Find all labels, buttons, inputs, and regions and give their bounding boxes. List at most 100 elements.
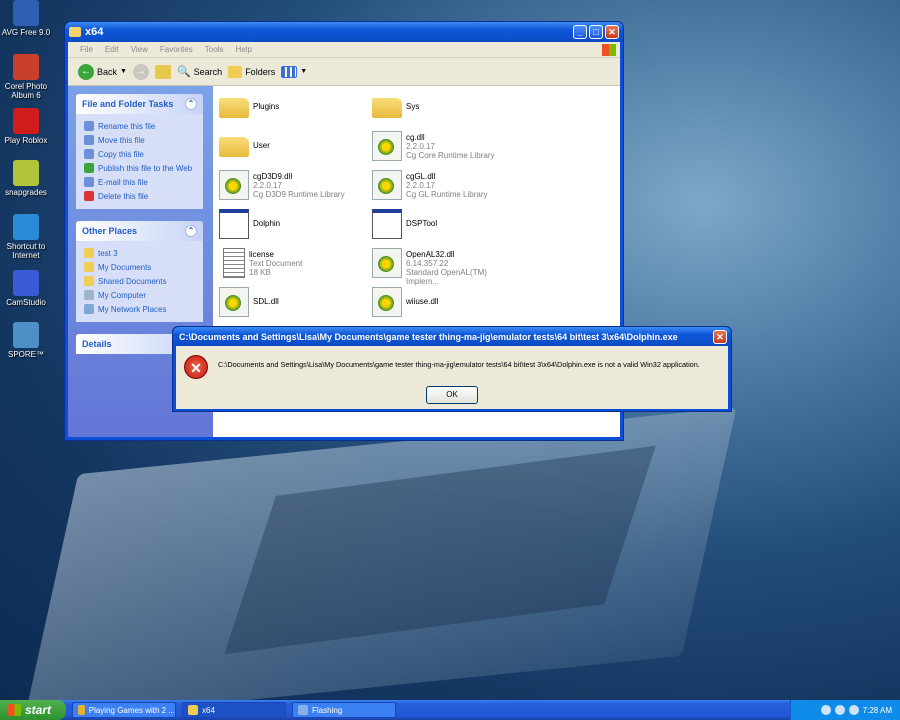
- desktop-icon[interactable]: Corel Photo Album 6: [0, 54, 52, 100]
- ok-button[interactable]: OK: [426, 386, 478, 404]
- taskbar-button-label: Playing Games with 2 ...: [88, 705, 175, 715]
- task-link[interactable]: Move this file: [84, 133, 197, 147]
- desktop-icon[interactable]: CamStudio: [0, 270, 52, 307]
- email-icon: [84, 177, 94, 187]
- file-item[interactable]: cg.dll 2.2.0.17 Cg Core Runtime Library: [372, 131, 522, 167]
- task-link[interactable]: Rename this file: [84, 119, 197, 133]
- window-title: x64: [85, 26, 104, 38]
- close-button[interactable]: ✕: [605, 25, 619, 39]
- network-places-icon: [84, 304, 94, 314]
- place-link[interactable]: My Network Places: [84, 302, 197, 316]
- taskbar-button-label: x64: [202, 705, 215, 715]
- dialog-close-button[interactable]: ✕: [713, 329, 727, 344]
- file-item[interactable]: Plugins: [219, 92, 369, 128]
- tray-icon[interactable]: [820, 705, 831, 715]
- my-documents-icon: [84, 262, 94, 272]
- avg-icon: [13, 0, 39, 26]
- explorer-titlebar[interactable]: x64 _ □ ✕: [65, 22, 623, 42]
- file-item[interactable]: license Text Document 18 KB: [219, 248, 369, 284]
- back-button[interactable]: ← Back ▼: [78, 63, 127, 80]
- file-detail: 18 KB: [249, 268, 271, 277]
- file-item[interactable]: SDL.dll: [219, 287, 369, 323]
- desktop-icon[interactable]: snapgrades: [0, 160, 52, 197]
- views-icon: [281, 65, 298, 78]
- place-link[interactable]: My Documents: [84, 260, 197, 274]
- menu-view[interactable]: View: [131, 45, 148, 54]
- file-text: User: [253, 131, 270, 150]
- dll-icon: [372, 287, 402, 317]
- file-item[interactable]: User: [219, 131, 369, 167]
- menu-file[interactable]: File: [80, 45, 93, 54]
- task-link[interactable]: Copy this file: [84, 147, 197, 161]
- maximize-button[interactable]: □: [589, 25, 603, 39]
- views-button[interactable]: ▼: [281, 65, 307, 78]
- file-text: license Text Document 18 KB: [249, 248, 302, 277]
- minimize-button[interactable]: _: [573, 25, 587, 39]
- menu-tools[interactable]: Tools: [205, 45, 224, 54]
- task-link[interactable]: Delete this file: [84, 189, 197, 203]
- task-link[interactable]: E-mail this file: [84, 175, 197, 189]
- file-text: OpenAL32.dll 6.14.357.22 Standard OpenAL(T…: [406, 248, 522, 286]
- file-item[interactable]: Sys: [372, 92, 522, 128]
- dll-icon: [219, 287, 249, 317]
- place-link[interactable]: My Computer: [84, 288, 197, 302]
- dialog-titlebar[interactable]: C:\Documents and Settings\Lisa\My Docume…: [173, 327, 731, 346]
- desktop-icon[interactable]: SPORE™: [0, 322, 52, 359]
- place-link[interactable]: Shared Documents: [84, 274, 197, 288]
- file-detail: Cg Core Runtime Library: [406, 151, 495, 160]
- menu-edit[interactable]: Edit: [105, 45, 119, 54]
- collapse-icon[interactable]: ⌃: [185, 98, 197, 110]
- collapse-icon[interactable]: ⌃: [185, 225, 197, 237]
- search-button[interactable]: 🔍 Search: [177, 65, 222, 78]
- file-name: Dolphin: [253, 219, 281, 228]
- taskbar-button[interactable]: Playing Games with 2 ...: [72, 702, 176, 718]
- place-link-label: Shared Documents: [98, 276, 167, 286]
- taskbar-button[interactable]: x64: [182, 702, 286, 718]
- desktop-icon[interactable]: Play Roblox: [0, 108, 52, 145]
- file-item[interactable]: OpenAL32.dll 6.14.357.22 Standard OpenAL(T…: [372, 248, 522, 286]
- rename-icon: [84, 121, 94, 131]
- corel-icon: [13, 54, 39, 80]
- menu-help[interactable]: Help: [235, 45, 251, 54]
- file-item[interactable]: cgD3D9.dll 2.2.0.17 Cg D3D9 Runtime Librar…: [219, 170, 369, 206]
- folder-icon: [188, 705, 198, 715]
- file-item[interactable]: wiiuse.dll: [372, 287, 522, 323]
- panel-header[interactable]: File and Folder Tasks ⌃: [76, 94, 203, 114]
- up-folder-icon[interactable]: [154, 64, 171, 79]
- folder-icon: [219, 137, 249, 157]
- task-link-label: Delete this file: [98, 191, 149, 201]
- tray-icon[interactable]: [848, 705, 859, 715]
- forward-button[interactable]: →: [132, 63, 149, 80]
- file-folder-tasks-panel: File and Folder Tasks ⌃ Rename this file…: [76, 94, 203, 209]
- my-computer-icon: [84, 290, 94, 300]
- desktop-icon[interactable]: AVG Free 9.0: [0, 0, 52, 37]
- publish-icon: [84, 163, 94, 173]
- file-detail: 2.2.0.17: [253, 181, 282, 190]
- file-item[interactable]: DSPTool: [372, 209, 522, 245]
- task-link[interactable]: Publish this file to the Web: [84, 161, 197, 175]
- file-name: OpenAL32.dll: [406, 250, 455, 259]
- file-name: license: [249, 250, 274, 259]
- chevron-down-icon[interactable]: ▼: [120, 68, 127, 75]
- desktop-icon-label: AVG Free 9.0: [1, 28, 51, 37]
- start-button[interactable]: start: [0, 700, 66, 720]
- internet-explorer-icon: [13, 214, 39, 240]
- folders-button[interactable]: Folders: [228, 65, 275, 78]
- clock[interactable]: 7:28 AM: [863, 706, 892, 715]
- exe-icon: [372, 209, 402, 239]
- taskbar-button[interactable]: Flashing: [292, 702, 396, 718]
- roblox-icon: [13, 108, 39, 134]
- panel-header[interactable]: Other Places ⌃: [76, 221, 203, 241]
- file-name: Sys: [406, 102, 420, 111]
- file-name: wiiuse.dll: [406, 297, 439, 306]
- menu-favorites[interactable]: Favorites: [160, 45, 193, 54]
- file-text: cgD3D9.dll 2.2.0.17 Cg D3D9 Runtime Librar…: [253, 170, 345, 199]
- desktop-icon[interactable]: Shortcut to Internet: [0, 214, 52, 260]
- file-item[interactable]: cgGL.dll 2.2.0.17 Cg GL Runtime Library: [372, 170, 522, 206]
- desktop-icon-label: CamStudio: [6, 298, 46, 307]
- task-link-label: Rename this file: [98, 121, 156, 131]
- tray-icon[interactable]: [834, 705, 845, 715]
- folder-icon: [84, 248, 94, 258]
- file-item[interactable]: Dolphin: [219, 209, 369, 245]
- place-link[interactable]: test 3: [84, 246, 197, 260]
